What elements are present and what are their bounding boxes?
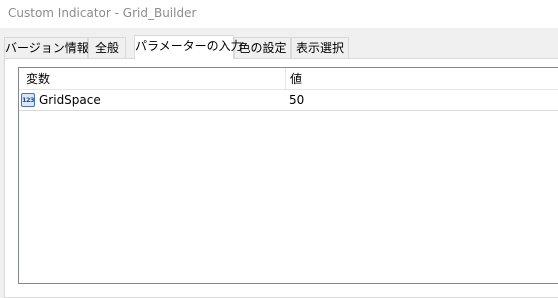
parameter-name-cell[interactable]: 123 GridSpace — [19, 91, 285, 110]
integer-type-icon: 123 — [21, 93, 35, 107]
parameter-value[interactable]: 50 — [286, 91, 558, 110]
window-title: Custom Indicator - Grid_Builder — [8, 6, 197, 20]
column-header-value[interactable]: 値 — [286, 68, 558, 89]
parameters-list[interactable]: 変数 値 123 GridSpace 50 — [18, 67, 558, 284]
column-header-variable[interactable]: 変数 — [19, 68, 285, 89]
tab-version-info[interactable]: バージョン情報 — [4, 37, 89, 59]
parameters-panel: 変数 値 123 GridSpace 50 — [4, 58, 558, 298]
tab-general[interactable]: 全般 — [88, 37, 126, 59]
parameter-name: GridSpace — [39, 93, 101, 107]
title-bar: Custom Indicator - Grid_Builder — [0, 0, 558, 28]
tab-visualization[interactable]: 表示選択 — [291, 37, 349, 59]
tab-parameters[interactable]: パラメーターの入力 — [134, 35, 243, 59]
list-header: 変数 値 — [19, 68, 558, 90]
parameter-row[interactable]: 123 GridSpace 50 — [19, 91, 558, 111]
dialog-body: バージョン情報 全般 パラメーターの入力 色の設定 表示選択 変数 値 123 … — [0, 28, 558, 298]
